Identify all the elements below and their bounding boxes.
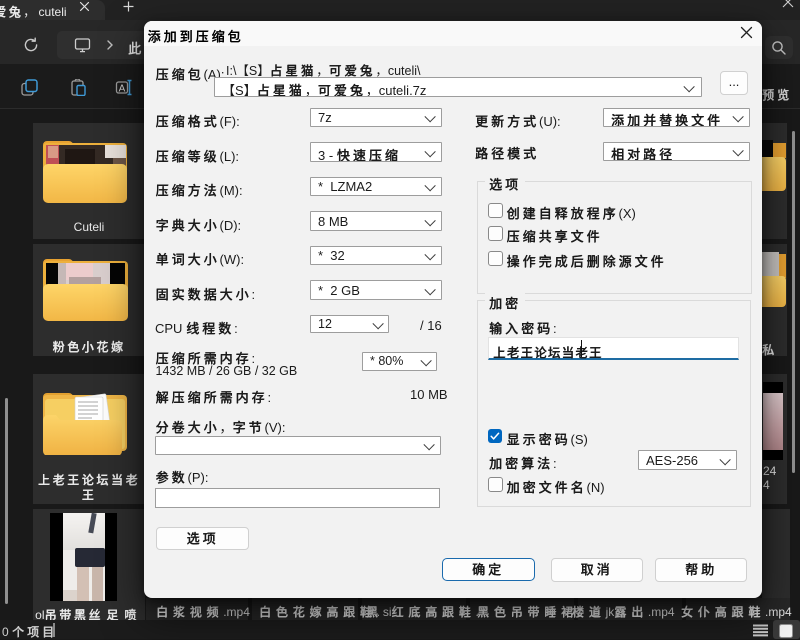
svg-text:A: A [119, 84, 126, 95]
